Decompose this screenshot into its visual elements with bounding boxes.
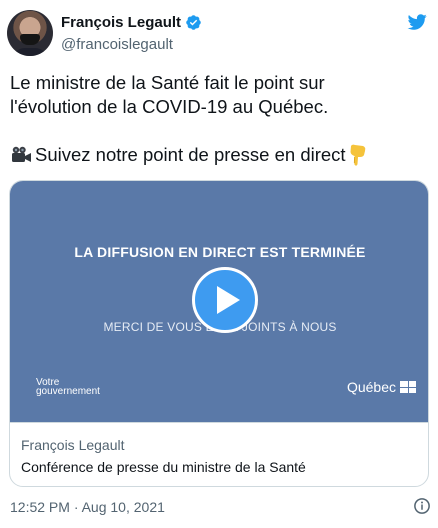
tweet-cta-text: Suivez notre point de presse en direct: [35, 144, 346, 165]
quebec-logo: Québec: [347, 379, 416, 395]
play-button[interactable]: [192, 267, 258, 333]
author-name-row[interactable]: François Legault: [61, 14, 202, 31]
card-site-name: François Legault: [21, 437, 125, 453]
card-meta[interactable]: François Legault Conférence de presse du…: [10, 422, 428, 486]
author-handle[interactable]: @francoislegault: [61, 36, 173, 53]
play-icon: [217, 286, 240, 314]
avatar-mask: [20, 34, 40, 45]
author-name[interactable]: François Legault: [61, 14, 181, 31]
gouvernement-logo: Votre gouvernement: [36, 378, 100, 397]
card-title: Conférence de presse du ministre de la S…: [21, 459, 306, 475]
link-card[interactable]: LA DIFFUSION EN DIRECT EST TERMINÉE MERC…: [9, 180, 429, 487]
tweet-header: François Legault @francoislegault: [7, 6, 432, 58]
tweet-text-line-2: l'évolution de la COVID-19 au Québec.: [10, 96, 329, 117]
video-thumbnail[interactable]: LA DIFFUSION EN DIRECT EST TERMINÉE MERC…: [10, 181, 428, 422]
twitter-bird-icon[interactable]: [406, 12, 428, 32]
tweet-text: Le ministre de la Santé fait le point su…: [10, 71, 420, 167]
quebec-flag-icon: [400, 381, 416, 393]
movie-camera-emoji: [12, 146, 31, 162]
tweet-text-line-1: Le ministre de la Santé fait le point su…: [10, 72, 325, 93]
avatar[interactable]: [7, 10, 53, 56]
verified-badge-icon: [186, 15, 201, 30]
pointing-down-emoji: [350, 144, 365, 166]
avatar-suit: [11, 48, 49, 56]
gov-logo-line-2: gouvernement: [36, 386, 100, 397]
video-banner-text: LA DIFFUSION EN DIRECT EST TERMINÉE: [74, 244, 366, 260]
info-icon[interactable]: [413, 497, 431, 515]
quebec-wordmark: Québec: [346, 379, 396, 395]
tweet-timestamp[interactable]: 12:52 PM · Aug 10, 2021: [10, 499, 165, 515]
tweet-cta: Suivez notre point de presse en direct: [10, 143, 420, 167]
